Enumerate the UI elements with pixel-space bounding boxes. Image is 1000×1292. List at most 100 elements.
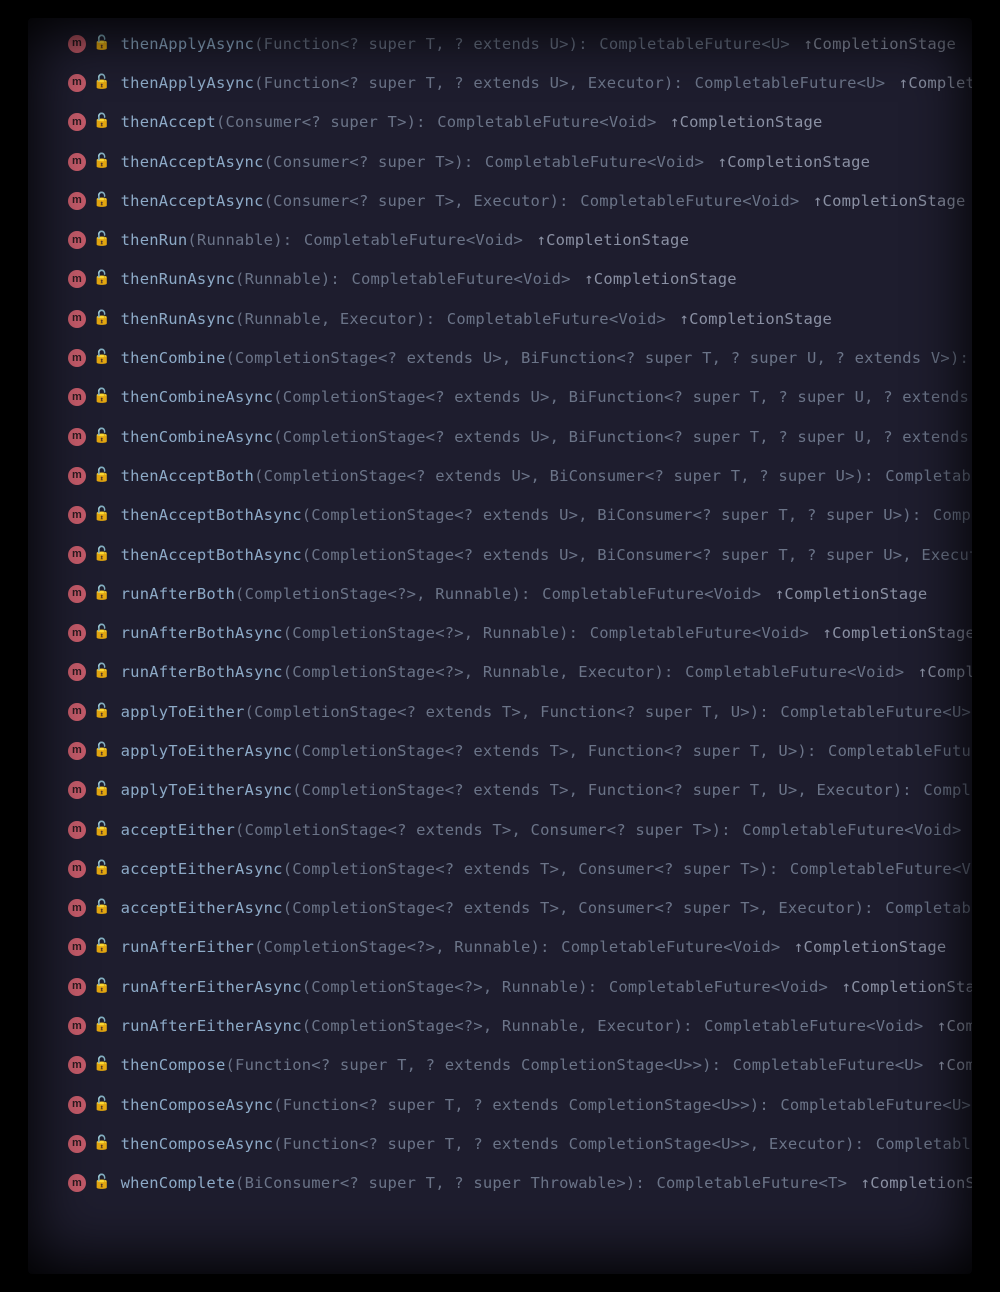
method-signature: thenCombineAsync(CompletionStage<? exten… xyxy=(121,428,972,446)
method-params: Function<? super T, ? extends U> xyxy=(264,35,569,53)
paren-close: ) xyxy=(654,663,664,681)
method-params: Consumer<? super T> xyxy=(273,153,454,171)
method-name: runAfterEitherAsync xyxy=(121,1017,302,1035)
method-item[interactable]: m🔓thenCompose(Function<? super T, ? exte… xyxy=(28,1046,972,1085)
method-item[interactable]: m🔓thenRun(Runnable): CompletableFuture<V… xyxy=(28,220,972,259)
method-icon: m xyxy=(68,467,86,485)
paren-open: ( xyxy=(273,1096,283,1114)
method-list[interactable]: m 🔓 thenApplyAsync(Function<? super T, ? e… xyxy=(28,24,972,1203)
inherit-arrow-icon: ↑ xyxy=(527,231,546,249)
method-item[interactable]: m🔓thenCombineAsync(CompletionStage<? ext… xyxy=(28,378,972,417)
method-item[interactable]: m🔓acceptEither(CompletionStage<? extends… xyxy=(28,810,972,849)
return-type: CompletableFuture<U> xyxy=(599,35,790,53)
method-name: thenCombineAsync xyxy=(121,388,274,406)
return-separator: : xyxy=(416,113,435,131)
unlock-icon: 🔓 xyxy=(93,586,111,600)
paren-close: ) xyxy=(855,467,865,485)
method-item[interactable]: m🔓thenApplyAsync(Function<? super T, ? e… xyxy=(28,63,972,102)
return-type: CompletableFuture<U> xyxy=(695,74,886,92)
method-params: Consumer<? super T>, Executor xyxy=(273,192,549,210)
method-icon: m xyxy=(68,742,86,760)
method-item[interactable]: m🔓runAfterBothAsync(CompletionStage<?>, … xyxy=(28,653,972,692)
return-type: CompletableFuture<Void> xyxy=(704,1017,923,1035)
inherited-from: CompletionStage xyxy=(927,663,972,681)
unlock-icon: 🔓 xyxy=(93,900,111,914)
method-item[interactable]: m🔓thenCombine(CompletionStage<? extends … xyxy=(28,338,972,377)
inherit-arrow-icon: ↑ xyxy=(813,624,832,642)
method-signature: thenApplyAsync(Function<? super T, ? ext… xyxy=(121,35,956,53)
method-name: runAfterEitherAsync xyxy=(121,978,302,996)
return-separator: : xyxy=(283,231,302,249)
method-name: thenCombineAsync xyxy=(121,428,274,446)
method-icon: m xyxy=(68,821,86,839)
method-signature: runAfterBothAsync(CompletionStage<?>, Ru… xyxy=(121,624,972,642)
method-item[interactable]: m🔓thenRunAsync(Runnable): CompletableFut… xyxy=(28,260,972,299)
method-signature: thenCombine(CompletionStage<? extends U>… xyxy=(121,349,972,367)
method-item[interactable]: m🔓thenAccept(Consumer<? super T>): Compl… xyxy=(28,103,972,142)
unlock-icon: 🔓 xyxy=(93,782,111,796)
method-signature: acceptEither(CompletionStage<? extends T… xyxy=(121,821,972,839)
paren-open: ( xyxy=(254,35,264,53)
unlock-icon: 🔓 xyxy=(93,271,111,285)
paren-close: ) xyxy=(626,1174,636,1192)
paren-open: ( xyxy=(235,270,245,288)
inherited-from: CompletionStage xyxy=(908,74,972,92)
paren-open: ( xyxy=(235,310,245,328)
method-item[interactable]: m🔓acceptEitherAsync(CompletionStage<? ex… xyxy=(28,849,972,888)
method-name: thenCombine xyxy=(121,349,226,367)
method-name: thenComposeAsync xyxy=(121,1096,274,1114)
paren-close: ) xyxy=(321,270,331,288)
return-type: CompletableFuture<U> xyxy=(733,1056,924,1074)
method-signature: thenAcceptBoth(CompletionStage<? extends… xyxy=(121,467,972,485)
method-name: runAfterBoth xyxy=(121,585,235,603)
method-signature: thenCompose(Function<? super T, ? extend… xyxy=(121,1056,972,1074)
method-item[interactable]: m🔓thenAcceptAsync(Consumer<? super T>, E… xyxy=(28,181,972,220)
unlock-icon: 🔓 xyxy=(93,507,111,521)
paren-close: ) xyxy=(674,1017,684,1035)
unlock-icon: 🔓 xyxy=(93,664,111,678)
method-signature: thenRun(Runnable): CompletableFuture<Voi… xyxy=(121,231,689,249)
method-item[interactable]: m🔓thenComposeAsync(Function<? super T, ?… xyxy=(28,1085,972,1124)
method-params: CompletionStage<? extends U>, BiFunction… xyxy=(235,349,950,367)
method-item[interactable]: m🔓thenCombineAsync(CompletionStage<? ext… xyxy=(28,417,972,456)
paren-open: ( xyxy=(283,624,293,642)
method-item[interactable]: m🔓runAfterEither(CompletionStage<?>, Run… xyxy=(28,928,972,967)
method-item[interactable]: m🔓applyToEitherAsync(CompletionStage<? e… xyxy=(28,731,972,770)
inherit-arrow-icon: ↑ xyxy=(832,978,851,996)
method-item[interactable]: m🔓thenAcceptBoth(CompletionStage<? exten… xyxy=(28,456,972,495)
return-type: CompletableFuture<U> xyxy=(780,703,971,721)
method-item[interactable]: m🔓runAfterBothAsync(CompletionStage<?>, … xyxy=(28,613,972,652)
method-item[interactable]: m🔓thenAcceptAsync(Consumer<? super T>): … xyxy=(28,142,972,181)
unlock-icon: 🔓 xyxy=(93,311,111,325)
method-params: CompletionStage<?>, Runnable, Executor xyxy=(311,1017,673,1035)
method-item[interactable]: m🔓applyToEither(CompletionStage<? extend… xyxy=(28,692,972,731)
paren-close: ) xyxy=(416,310,426,328)
return-separator: : xyxy=(330,270,349,288)
paren-open: ( xyxy=(226,349,236,367)
method-item[interactable]: m🔓thenAcceptBothAsync(CompletionStage<? … xyxy=(28,496,972,535)
paren-close: ) xyxy=(569,35,579,53)
method-item[interactable]: m🔓thenRunAsync(Runnable, Executor): Comp… xyxy=(28,299,972,338)
method-item[interactable]: m🔓runAfterBoth(CompletionStage<?>, Runna… xyxy=(28,574,972,613)
method-item[interactable]: m🔓thenComposeAsync(Function<? super T, ?… xyxy=(28,1124,972,1163)
method-item[interactable]: m🔓runAfterEitherAsync(CompletionStage<?>… xyxy=(28,967,972,1006)
method-item[interactable]: m🔓acceptEitherAsync(CompletionStage<? ex… xyxy=(28,889,972,928)
method-item[interactable]: m🔓thenAcceptBothAsync(CompletionStage<? … xyxy=(28,535,972,574)
method-name: acceptEither xyxy=(121,821,235,839)
method-signature: thenAcceptBothAsync(CompletionStage<? ex… xyxy=(121,546,972,564)
return-separator: : xyxy=(426,310,445,328)
paren-close: ) xyxy=(531,938,541,956)
method-name: thenRunAsync xyxy=(121,270,235,288)
method-item[interactable]: m🔓whenComplete(BiConsumer<? super T, ? s… xyxy=(28,1164,972,1203)
method-item[interactable]: m🔓runAfterEitherAsync(CompletionStage<?>… xyxy=(28,1006,972,1045)
return-separator: : xyxy=(540,938,559,956)
method-item[interactable]: m🔓thenApplyAsync(Function<? super T, ? e… xyxy=(28,24,972,63)
return-type: CompletableFuture<U> xyxy=(828,742,972,760)
paren-close: ) xyxy=(750,703,760,721)
paren-close: ) xyxy=(750,1096,760,1114)
paren-open: ( xyxy=(292,742,302,760)
method-params: BiConsumer<? super T, ? super Throwable> xyxy=(245,1174,626,1192)
method-item[interactable]: m🔓applyToEitherAsync(CompletionStage<? e… xyxy=(28,771,972,810)
method-icon: m xyxy=(68,663,86,681)
method-name: applyToEither xyxy=(121,703,245,721)
